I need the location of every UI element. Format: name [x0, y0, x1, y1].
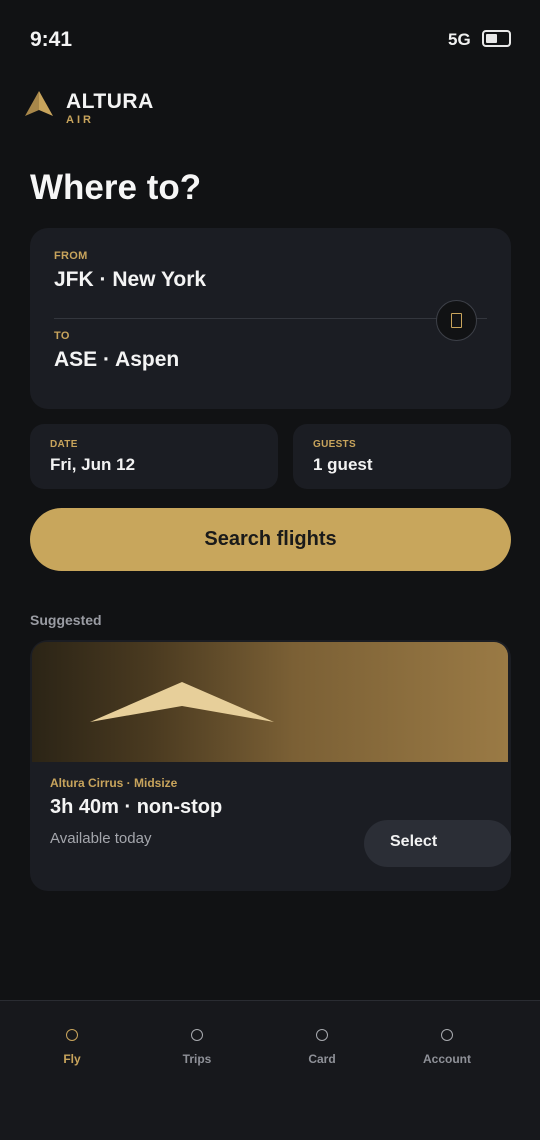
date-value: Fri, Jun 12 [50, 455, 136, 474]
date-label: DATE [50, 439, 78, 450]
swap-route-button[interactable] [436, 300, 477, 341]
search-flights-button[interactable]: Search flights [30, 508, 511, 571]
route-card: FROM JFK · New York TO ASE · Aspen [30, 228, 511, 409]
account-icon [441, 1029, 453, 1041]
select-label: Select [390, 833, 438, 850]
guests-value: 1 guest [313, 455, 373, 474]
card-icon [316, 1029, 328, 1041]
status-time: 9:41 [30, 28, 73, 51]
guests-field[interactable]: GUESTS 1 guest [293, 424, 511, 489]
availability-text: Available today [50, 830, 152, 847]
altura-logo-icon [25, 91, 53, 116]
brand-name: ALTURA [66, 90, 154, 113]
from-field[interactable]: JFK · New York [54, 268, 206, 292]
trips-icon [191, 1029, 203, 1041]
date-field[interactable]: DATE Fri, Jun 12 [30, 424, 278, 489]
battery-icon [482, 30, 511, 47]
flight-duration: 3h 40m · non-stop [50, 796, 223, 818]
nav-item-account[interactable]: Account [397, 1025, 497, 1073]
plane-icon [90, 682, 274, 722]
nav-label-card: Card [308, 1052, 336, 1066]
nav-label-fly: Fly [63, 1052, 81, 1066]
page-title: Where to? [30, 168, 202, 207]
brand-sub: AIR [66, 114, 94, 126]
suggested-flight-card[interactable]: Altura Cirrus · Midsize 3h 40m · non-sto… [30, 640, 511, 891]
battery-level [486, 34, 497, 43]
guests-label: GUESTS [313, 439, 356, 450]
bottom-nav: Fly Trips Card Account [0, 1000, 540, 1140]
fly-icon [66, 1029, 78, 1041]
brand: ALTURA AIR [24, 90, 224, 130]
signal-indicator: 5G [448, 30, 471, 49]
aircraft-image [32, 642, 508, 762]
aircraft-model: Altura Cirrus · Midsize [50, 776, 178, 790]
to-field[interactable]: ASE · Aspen [54, 348, 179, 372]
from-label: FROM [54, 250, 88, 262]
select-button[interactable]: Select [364, 820, 511, 867]
route-divider [54, 318, 487, 319]
nav-item-fly[interactable]: Fly [22, 1025, 122, 1073]
nav-item-card[interactable]: Card [272, 1025, 372, 1073]
suggested-title: Suggested [30, 612, 102, 628]
to-label: TO [54, 330, 70, 342]
nav-label-account: Account [423, 1052, 471, 1066]
nav-item-trips[interactable]: Trips [147, 1025, 247, 1073]
nav-label-trips: Trips [182, 1052, 212, 1066]
swap-icon [451, 313, 462, 328]
status-bar: 9:41 5G [0, 0, 540, 80]
